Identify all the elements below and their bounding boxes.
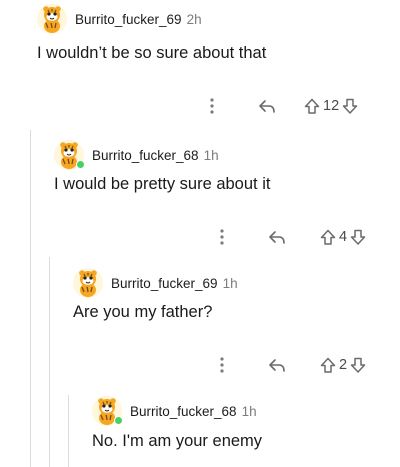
more-options-icon[interactable] [218,356,226,374]
username[interactable]: Burrito_fucker_68 [92,148,199,163]
comment-header: Burrito_fucker_68 1h [53,139,219,171]
downvote-arrow-icon[interactable] [342,98,358,115]
comment-actions: 12 [208,97,358,115]
tiger-snoo-avatar-icon[interactable] [91,395,123,427]
upvote-arrow-icon[interactable] [320,229,336,246]
username[interactable]: Burrito_fucker_69 [75,12,182,27]
tiger-snoo-avatar-icon[interactable] [36,3,68,35]
downvote-arrow-icon[interactable] [350,357,366,374]
comment-header: Burrito_fucker_69 1h [72,267,238,299]
upvote-arrow-icon[interactable] [304,98,320,115]
vote-count: 12 [323,98,340,114]
reply-icon[interactable] [258,98,276,114]
tiger-snoo-avatar-icon[interactable] [53,139,85,171]
thread-line-3[interactable] [68,395,69,467]
timestamp: 1h [241,403,257,419]
reply-icon[interactable] [268,229,286,245]
comment-text: I wouldn’t be so sure about that [37,44,267,62]
comment-text: Are you my father? [73,303,213,321]
reply-icon[interactable] [268,357,286,373]
vote-count: 2 [339,357,348,373]
upvote-arrow-icon[interactable] [320,357,336,374]
timestamp: 1h [222,275,238,291]
online-status-indicator [114,416,123,425]
timestamp: 2h [186,11,202,27]
vote-count: 4 [339,229,348,245]
comment-header: Burrito_fucker_68 1h [91,395,257,427]
comment-text: No. I'm am your enemy [92,432,263,450]
tiger-snoo-avatar-icon[interactable] [72,267,104,299]
downvote-arrow-icon[interactable] [350,229,366,246]
comment-text: I would be pretty sure about it [54,175,271,193]
timestamp: 1h [203,147,219,163]
thread-line-1[interactable] [30,130,31,467]
more-options-icon[interactable] [208,97,216,115]
comment-header: Burrito_fucker_69 2h [36,3,202,35]
online-status-indicator [76,160,85,169]
thread-line-2[interactable] [49,257,50,467]
username[interactable]: Burrito_fucker_68 [130,404,237,419]
username[interactable]: Burrito_fucker_69 [111,276,218,291]
more-options-icon[interactable] [218,228,226,246]
comment-actions: 2 [218,356,366,374]
comment-actions: 4 [218,228,366,246]
